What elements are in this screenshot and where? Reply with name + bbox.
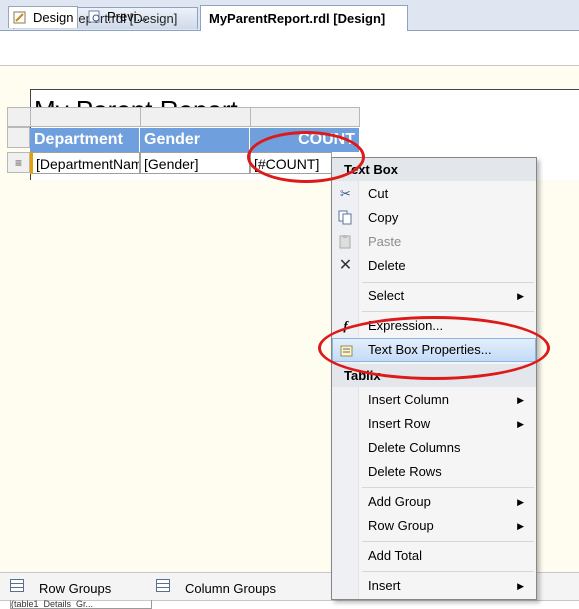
view-tab-strip: [0, 31, 579, 66]
submenu-arrow-icon: ▶: [517, 419, 524, 429]
row-handle-detail[interactable]: ≡: [7, 152, 30, 173]
menu-item-add-total[interactable]: Add Total: [332, 544, 536, 568]
menu-item-paste-label: Paste: [368, 234, 402, 249]
menu-item-cut-label: Cut: [368, 186, 389, 201]
submenu-arrow-icon: ▶: [517, 581, 524, 591]
submenu-arrow-icon: ▶: [517, 521, 524, 531]
menu-item-row-group-label: Row Group: [368, 518, 434, 533]
tab-design-label: Design: [33, 10, 74, 25]
menu-item-cut[interactable]: ✂ Cut: [332, 182, 536, 206]
detail-cell-department[interactable]: [DepartmentName]: [30, 152, 140, 174]
annotation-circle-properties: [318, 316, 550, 380]
tablix-column-handles[interactable]: [7, 107, 360, 127]
paste-icon: [339, 235, 351, 249]
menu-item-insert-label: Insert: [368, 578, 401, 593]
design-icon: [13, 11, 26, 24]
submenu-arrow-icon: ▶: [517, 497, 524, 507]
menu-item-insert-column[interactable]: Insert Column ▶: [332, 388, 536, 412]
menu-separator: [362, 311, 534, 312]
scissors-icon: ✂: [340, 186, 351, 201]
column-groups-icon: [156, 579, 170, 592]
menu-item-delete-label: Delete: [368, 258, 406, 273]
menu-item-insert-row[interactable]: Insert Row ▶: [332, 412, 536, 436]
menu-separator: [362, 571, 534, 572]
corner-handle[interactable]: [8, 108, 31, 126]
tab-myparentreport[interactable]: MyParentReport.rdl [Design]: [200, 5, 408, 31]
menu-separator: [362, 541, 534, 542]
column-groups-label: Column Groups: [185, 581, 277, 596]
menu-item-add-group[interactable]: Add Group ▶: [332, 490, 536, 514]
tab-preview-label: Previ...: [107, 9, 148, 24]
row-groups-label: Row Groups: [39, 581, 112, 596]
submenu-arrow-icon: ▶: [517, 395, 524, 405]
menu-item-delete-columns[interactable]: Delete Columns: [332, 436, 536, 460]
row-handle-header[interactable]: [7, 127, 30, 148]
menu-item-insert[interactable]: Insert ▶: [332, 574, 536, 598]
menu-item-copy-label: Copy: [368, 210, 399, 225]
tab-preview[interactable]: Previ...: [84, 6, 156, 28]
menu-item-select-label: Select: [368, 288, 405, 303]
header-cell-department[interactable]: Department: [30, 128, 140, 152]
menu-separator: [362, 487, 534, 488]
menu-item-insert-column-label: Insert Column: [368, 392, 449, 407]
menu-item-row-group[interactable]: Row Group ▶: [332, 514, 536, 538]
delete-x-icon: ✕: [338, 257, 353, 274]
menu-separator: [362, 282, 534, 283]
preview-icon: [88, 10, 100, 23]
column-handle[interactable]: [250, 108, 359, 126]
row-groups-icon: [10, 579, 24, 592]
copy-icon: [338, 210, 352, 225]
menu-item-select[interactable]: Select ▶: [332, 284, 536, 308]
menu-item-delete-rows[interactable]: Delete Rows: [332, 460, 536, 484]
menu-item-paste[interactable]: Paste: [332, 230, 536, 254]
column-handle[interactable]: [140, 108, 251, 126]
menu-item-copy[interactable]: Copy: [332, 206, 536, 230]
tab-design[interactable]: Design: [8, 6, 78, 28]
column-handle[interactable]: [30, 108, 141, 126]
header-cell-gender[interactable]: Gender: [140, 128, 250, 152]
menu-item-insert-row-label: Insert Row: [368, 416, 431, 431]
menu-item-add-total-label: Add Total: [368, 548, 422, 563]
annotation-circle-count: [247, 131, 365, 183]
detail-cell-gender[interactable]: [Gender]: [140, 152, 250, 174]
menu-item-delete[interactable]: ✕ Delete: [332, 254, 536, 278]
menu-item-delete-columns-label: Delete Columns: [368, 440, 461, 455]
menu-item-delete-rows-label: Delete Rows: [368, 464, 442, 479]
submenu-arrow-icon: ▶: [517, 291, 524, 301]
menu-item-add-group-label: Add Group: [368, 494, 431, 509]
